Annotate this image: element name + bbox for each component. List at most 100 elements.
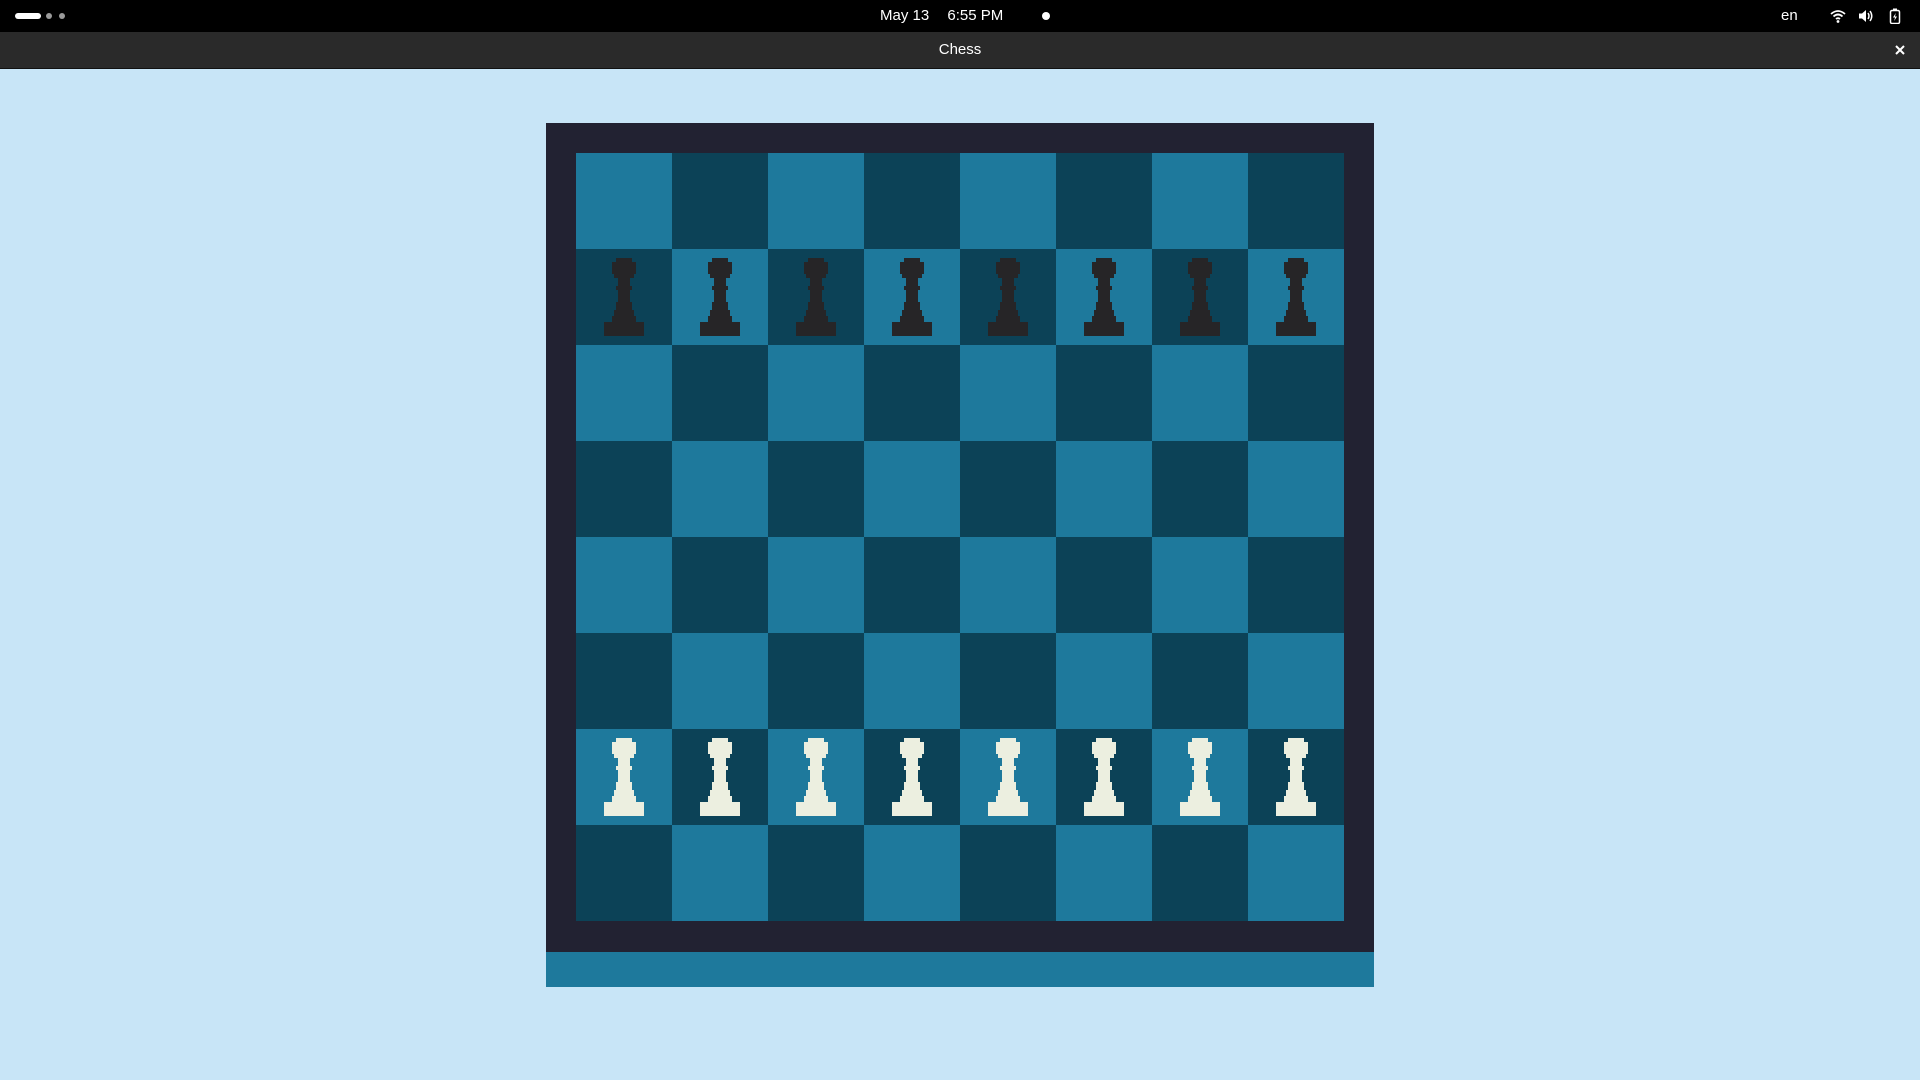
square-e7[interactable] [960, 249, 1056, 345]
square-b2[interactable] [672, 729, 768, 825]
white-pawn-icon[interactable] [792, 738, 840, 816]
square-b5[interactable] [672, 441, 768, 537]
black-pawn-icon[interactable] [792, 258, 840, 336]
square-f1[interactable] [1056, 825, 1152, 921]
square-b6[interactable] [672, 345, 768, 441]
white-pawn-icon[interactable] [984, 738, 1032, 816]
square-h4[interactable] [1248, 537, 1344, 633]
wifi-icon[interactable] [1830, 8, 1846, 24]
square-a5[interactable] [576, 441, 672, 537]
square-e3[interactable] [960, 633, 1056, 729]
square-g3[interactable] [1152, 633, 1248, 729]
square-a4[interactable] [576, 537, 672, 633]
square-g1[interactable] [1152, 825, 1248, 921]
square-b7[interactable] [672, 249, 768, 345]
square-d1[interactable] [864, 825, 960, 921]
black-pawn-icon[interactable] [888, 258, 936, 336]
square-b1[interactable] [672, 825, 768, 921]
square-g4[interactable] [1152, 537, 1248, 633]
board-frame [546, 123, 1374, 952]
square-a8[interactable] [576, 153, 672, 249]
square-a7[interactable] [576, 249, 672, 345]
square-e1[interactable] [960, 825, 1056, 921]
volume-icon[interactable] [1858, 8, 1874, 24]
white-pawn-icon[interactable] [1176, 738, 1224, 816]
square-f4[interactable] [1056, 537, 1152, 633]
square-c4[interactable] [768, 537, 864, 633]
workspace-indicator[interactable] [59, 13, 65, 19]
square-h5[interactable] [1248, 441, 1344, 537]
notification-dot-icon [1042, 12, 1050, 20]
square-f2[interactable] [1056, 729, 1152, 825]
workspace-indicator[interactable] [46, 13, 52, 19]
top-bar: May 13 6:55 PM en [0, 0, 1920, 32]
square-h6[interactable] [1248, 345, 1344, 441]
square-h3[interactable] [1248, 633, 1344, 729]
square-d6[interactable] [864, 345, 960, 441]
square-g8[interactable] [1152, 153, 1248, 249]
window-titlebar: Chess [0, 32, 1920, 69]
game-area [0, 69, 1920, 1080]
square-g7[interactable] [1152, 249, 1248, 345]
white-pawn-icon[interactable] [888, 738, 936, 816]
black-pawn-icon[interactable] [696, 258, 744, 336]
square-d3[interactable] [864, 633, 960, 729]
square-c5[interactable] [768, 441, 864, 537]
workspace-indicator-active[interactable] [15, 13, 41, 19]
square-h1[interactable] [1248, 825, 1344, 921]
square-d4[interactable] [864, 537, 960, 633]
square-f5[interactable] [1056, 441, 1152, 537]
square-g5[interactable] [1152, 441, 1248, 537]
square-c3[interactable] [768, 633, 864, 729]
square-h7[interactable] [1248, 249, 1344, 345]
square-f7[interactable] [1056, 249, 1152, 345]
clock-time: 6:55 PM [947, 7, 1004, 24]
close-button[interactable] [1888, 38, 1912, 62]
square-d8[interactable] [864, 153, 960, 249]
square-a1[interactable] [576, 825, 672, 921]
square-b3[interactable] [672, 633, 768, 729]
square-h2[interactable] [1248, 729, 1344, 825]
square-e8[interactable] [960, 153, 1056, 249]
black-pawn-icon[interactable] [984, 258, 1032, 336]
battery-icon[interactable] [1887, 8, 1903, 24]
square-a3[interactable] [576, 633, 672, 729]
square-d2[interactable] [864, 729, 960, 825]
language-indicator[interactable]: en [1781, 0, 1798, 32]
clock-date: May 13 [880, 7, 930, 24]
black-pawn-icon[interactable] [1080, 258, 1128, 336]
square-e2[interactable] [960, 729, 1056, 825]
square-f6[interactable] [1056, 345, 1152, 441]
black-pawn-icon[interactable] [1176, 258, 1224, 336]
close-icon [1895, 45, 1905, 55]
status-strip [546, 952, 1374, 987]
square-d7[interactable] [864, 249, 960, 345]
square-c8[interactable] [768, 153, 864, 249]
square-f8[interactable] [1056, 153, 1152, 249]
square-b8[interactable] [672, 153, 768, 249]
black-pawn-icon[interactable] [1272, 258, 1320, 336]
white-pawn-icon[interactable] [600, 738, 648, 816]
chess-board [576, 153, 1344, 921]
square-g6[interactable] [1152, 345, 1248, 441]
square-a2[interactable] [576, 729, 672, 825]
square-c7[interactable] [768, 249, 864, 345]
white-pawn-icon[interactable] [1080, 738, 1128, 816]
clock[interactable]: May 13 6:55 PM [880, 0, 1003, 32]
black-pawn-icon[interactable] [600, 258, 648, 336]
square-c6[interactable] [768, 345, 864, 441]
window-title: Chess [938, 41, 982, 58]
white-pawn-icon[interactable] [696, 738, 744, 816]
square-c1[interactable] [768, 825, 864, 921]
square-e6[interactable] [960, 345, 1056, 441]
square-e4[interactable] [960, 537, 1056, 633]
square-h8[interactable] [1248, 153, 1344, 249]
square-a6[interactable] [576, 345, 672, 441]
square-d5[interactable] [864, 441, 960, 537]
square-b4[interactable] [672, 537, 768, 633]
square-c2[interactable] [768, 729, 864, 825]
square-e5[interactable] [960, 441, 1056, 537]
square-g2[interactable] [1152, 729, 1248, 825]
square-f3[interactable] [1056, 633, 1152, 729]
white-pawn-icon[interactable] [1272, 738, 1320, 816]
